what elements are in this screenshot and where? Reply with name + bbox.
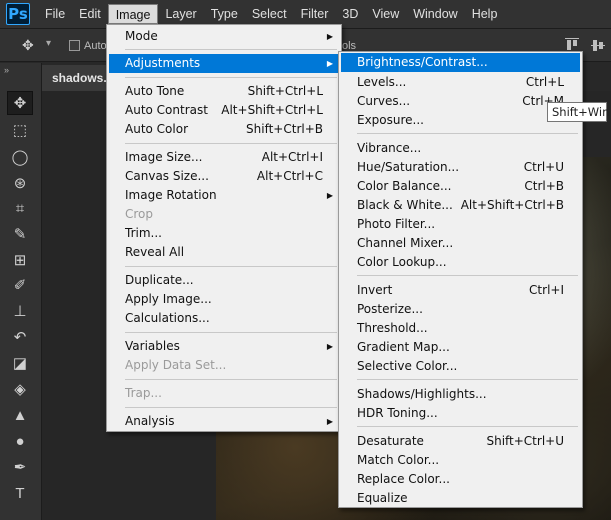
type-tool-icon[interactable]: T [7, 481, 33, 505]
eyedropper-tool-icon[interactable]: ✎ [7, 222, 33, 246]
align-middle-icon[interactable] [590, 37, 606, 53]
menu-separator [125, 77, 337, 78]
menu-item-hue-saturation[interactable]: Hue/Saturation... Ctrl+U [341, 158, 580, 177]
menu-item-channel-mixer[interactable]: Channel Mixer... [341, 234, 580, 253]
image-menu-dropdown: Mode ▶ Adjustments ▶ Auto Tone Shift+Ctr… [106, 24, 342, 432]
menu-view[interactable]: View [365, 4, 406, 24]
move-tool-icon[interactable]: ✥ [22, 37, 34, 54]
menu-edit[interactable]: Edit [72, 4, 108, 24]
pen-tool-icon[interactable]: ✒ [7, 455, 33, 479]
collapse-panel-icon[interactable]: » [4, 65, 9, 75]
menu-item-analysis[interactable]: Analysis ▶ [109, 412, 339, 431]
menu-file[interactable]: File [38, 4, 72, 24]
menu-item-desaturate[interactable]: Desaturate Shift+Ctrl+U [341, 432, 580, 451]
history-brush-tool-icon[interactable]: ↶ [7, 325, 33, 349]
photoshop-logo[interactable]: Ps [6, 3, 30, 25]
menu-item-selective-color[interactable]: Selective Color... [341, 357, 580, 376]
menu-item-apply-data-set: Apply Data Set... [125, 358, 227, 372]
auto-select-checkbox[interactable] [69, 40, 80, 51]
submenu-arrow-icon: ▶ [326, 59, 333, 68]
menu-item-adjustments[interactable]: Adjustments ▶ [109, 54, 339, 73]
menu-item-black-white[interactable]: Black & White... Alt+Shift+Ctrl+B [341, 196, 580, 215]
menu-item-reveal-all[interactable]: Reveal All [109, 243, 339, 262]
menu-separator [357, 133, 578, 134]
menu-separator [357, 379, 578, 380]
menu-item-match-color[interactable]: Match Color... [341, 451, 580, 470]
menu-item-curves[interactable]: Curves... Ctrl+M [341, 92, 580, 111]
tools-panel: » ✥ ⬚ ◯ ⊛ ⌗ ✎ ⊞ ✐ ⊥ ↶ ◪ ◈ ▲ ● ✒ T [0, 63, 42, 520]
menu-item-posterize[interactable]: Posterize... [341, 300, 580, 319]
menu-item-vibrance[interactable]: Vibrance... [341, 139, 580, 158]
crop-tool-icon[interactable]: ⌗ [7, 196, 33, 220]
menu-item-image-size[interactable]: Image Size... Alt+Ctrl+I [109, 148, 339, 167]
menu-layer[interactable]: Layer [158, 4, 203, 24]
menu-item-apply-image[interactable]: Apply Image... [109, 290, 339, 309]
menu-item-canvas-size[interactable]: Canvas Size... Alt+Ctrl+C [109, 167, 339, 186]
menu-image[interactable]: Image [107, 4, 159, 24]
menu-type[interactable]: Type [204, 4, 245, 24]
menu-item-auto-tone[interactable]: Auto Tone Shift+Ctrl+L [109, 82, 339, 101]
auto-select-label: Auto [84, 40, 107, 52]
menu-item-crop: Crop [125, 207, 154, 221]
menu-select[interactable]: Select [245, 4, 294, 24]
paint-bucket-tool-icon[interactable]: ◈ [7, 377, 33, 401]
submenu-arrow-icon: ▶ [326, 32, 333, 41]
menu-item-photo-filter[interactable]: Photo Filter... [341, 215, 580, 234]
submenu-arrow-icon: ▶ [326, 417, 333, 426]
menu-item-brightness-contrast[interactable]: Brightness/Contrast... [341, 53, 580, 72]
menu-item-trap: Trap... [125, 386, 162, 400]
quick-selection-tool-icon[interactable]: ⊛ [7, 171, 33, 195]
marquee-tool-icon[interactable]: ⬚ [7, 118, 33, 142]
menu-item-variables[interactable]: Variables ▶ [109, 337, 339, 356]
menu-item-shadows-highlights[interactable]: Shadows/Highlights... [341, 385, 580, 404]
submenu-arrow-icon: ▶ [326, 342, 333, 351]
menu-item-trim[interactable]: Trim... [109, 224, 339, 243]
menu-item-replace-color[interactable]: Replace Color... [341, 470, 580, 489]
clone-stamp-tool-icon[interactable]: ⊥ [7, 299, 33, 323]
shortcut-tooltip: Shift+Win [547, 102, 609, 122]
menu-help[interactable]: Help [465, 4, 505, 24]
menu-item-gradient-map[interactable]: Gradient Map... [341, 338, 580, 357]
menu-separator [357, 426, 578, 427]
menu-separator [125, 266, 337, 267]
move-tool-icon[interactable]: ✥ [7, 91, 33, 115]
menu-item-auto-contrast[interactable]: Auto Contrast Alt+Shift+Ctrl+L [109, 101, 339, 120]
submenu-arrow-icon: ▶ [326, 191, 333, 200]
menu-separator [125, 49, 337, 50]
healing-brush-tool-icon[interactable]: ⊞ [7, 248, 33, 272]
menu-item-threshold[interactable]: Threshold... [341, 319, 580, 338]
blur-tool-icon[interactable]: ▲ [7, 403, 33, 427]
menu-item-color-lookup[interactable]: Color Lookup... [341, 253, 580, 272]
menu-item-auto-color[interactable]: Auto Color Shift+Ctrl+B [109, 120, 339, 139]
lasso-tool-icon[interactable]: ◯ [7, 145, 33, 169]
menu-separator [125, 379, 337, 380]
brush-tool-icon[interactable]: ✐ [7, 273, 33, 297]
dodge-tool-icon[interactable]: ● [7, 429, 33, 453]
menu-item-hdr-toning[interactable]: HDR Toning... [341, 404, 580, 423]
menu-item-color-balance[interactable]: Color Balance... Ctrl+B [341, 177, 580, 196]
menu-filter[interactable]: Filter [294, 4, 336, 24]
chevron-down-icon[interactable]: ▾ [46, 38, 51, 49]
menu-3d[interactable]: 3D [335, 4, 365, 24]
menu-window[interactable]: Window [406, 4, 464, 24]
menu-item-mode[interactable]: Mode ▶ [109, 27, 339, 46]
menu-item-image-rotation[interactable]: Image Rotation ▶ [109, 186, 339, 205]
menu-separator [125, 407, 337, 408]
menu-item-invert[interactable]: Invert Ctrl+I [341, 281, 580, 300]
menu-item-duplicate[interactable]: Duplicate... [109, 271, 339, 290]
menu-separator [125, 332, 337, 333]
menu-item-levels[interactable]: Levels... Ctrl+L [341, 73, 580, 92]
menu-separator [125, 143, 337, 144]
menu-separator [357, 275, 578, 276]
menu-item-exposure[interactable]: Exposure... [341, 111, 580, 130]
menu-item-calculations[interactable]: Calculations... [109, 309, 339, 328]
eraser-tool-icon[interactable]: ◪ [7, 351, 33, 375]
menu-item-equalize[interactable]: Equalize [341, 489, 580, 508]
